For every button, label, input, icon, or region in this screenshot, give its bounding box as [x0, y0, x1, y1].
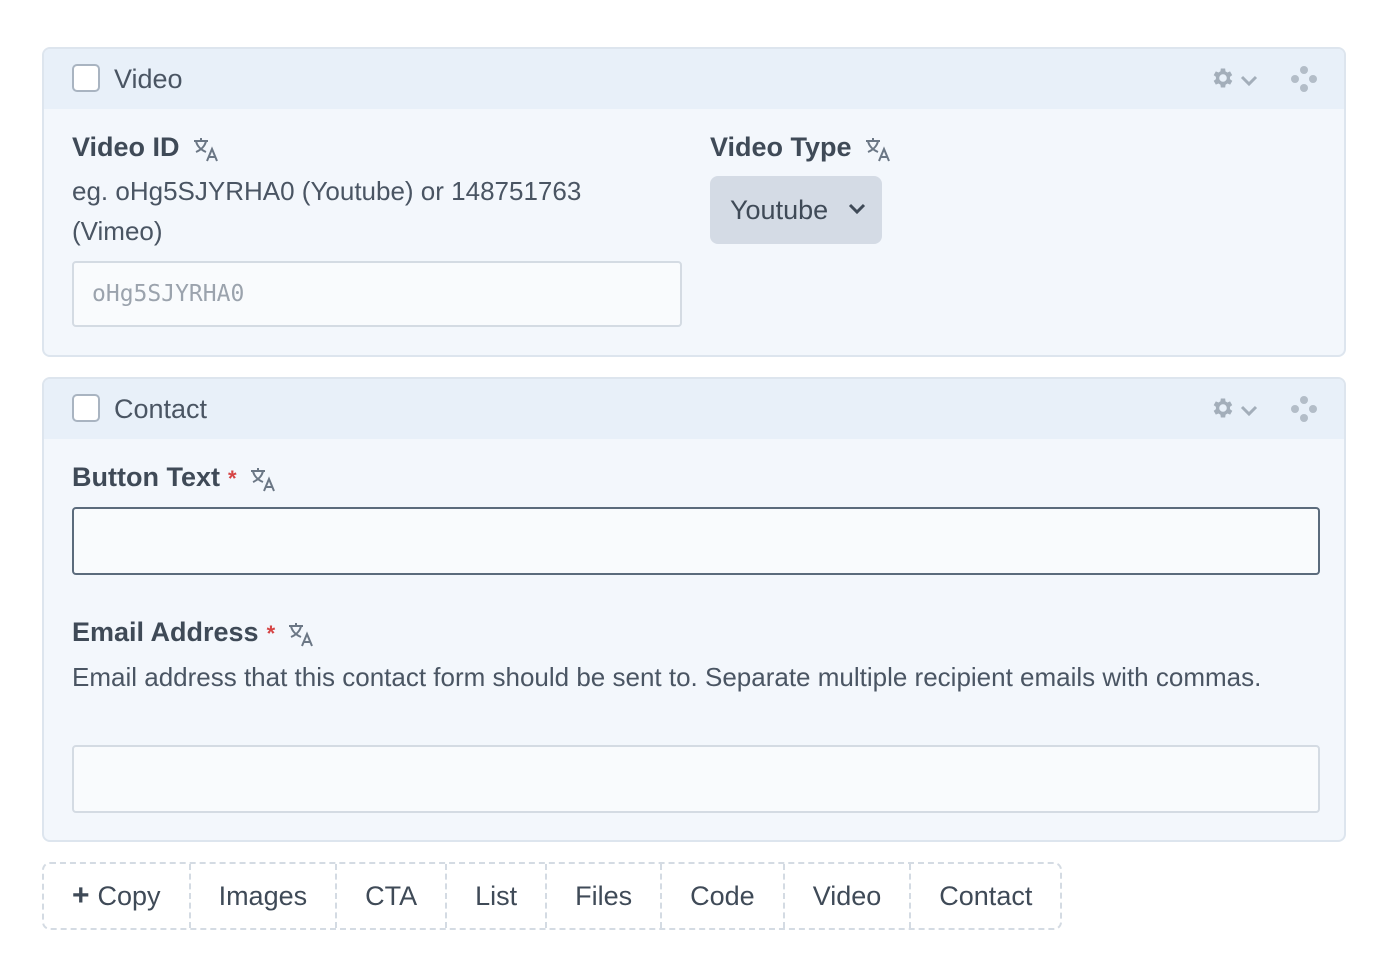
video-id-help: eg. oHg5SJYRHA0 (Youtube) or 148751763 (…: [72, 176, 582, 246]
drag-handle-icon[interactable]: [1290, 395, 1318, 423]
add-list-button[interactable]: List: [447, 864, 548, 928]
video-block-header: Video: [44, 49, 1344, 109]
add-copy-button[interactable]: + Copy: [44, 864, 191, 928]
contact-block-checkbox[interactable]: [72, 394, 100, 422]
translate-icon: [865, 137, 890, 162]
add-video-button[interactable]: Video: [785, 864, 912, 928]
video-id-placeholder: oHg5SJYRHA0: [92, 281, 245, 307]
plus-icon: +: [72, 879, 90, 912]
video-block-title: Video: [114, 64, 183, 94]
video-type-select[interactable]: Youtube: [710, 176, 882, 244]
gear-icon: [1213, 398, 1233, 418]
translate-icon: [250, 467, 275, 492]
add-block-toolbar: + Copy Images CTA List Files Code Video C…: [42, 862, 1063, 930]
drag-handle-icon[interactable]: [1290, 65, 1318, 93]
email-address-label: Email Address *: [72, 616, 315, 650]
add-contact-button[interactable]: Contact: [911, 864, 1060, 928]
add-images-button[interactable]: Images: [191, 864, 338, 928]
chevron-down-icon: [848, 203, 866, 215]
button-text-label: Button Text *: [72, 461, 277, 495]
contact-block-settings[interactable]: [1210, 395, 1260, 421]
translate-icon: [289, 622, 314, 647]
chevron-down-icon: [1240, 405, 1258, 417]
add-files-button[interactable]: Files: [547, 864, 663, 928]
add-cta-button[interactable]: CTA: [337, 864, 448, 928]
button-text-input[interactable]: [72, 507, 1320, 575]
video-type-selected: Youtube: [730, 195, 829, 225]
required-mark: *: [266, 620, 276, 646]
contact-block-title: Contact: [114, 394, 208, 424]
email-address-help: Email address that this contact form sho…: [72, 662, 1262, 692]
contact-block-header: Contact: [44, 379, 1344, 439]
add-code-button[interactable]: Code: [662, 864, 785, 928]
chevron-down-icon: [1240, 75, 1258, 87]
video-block: Video Video ID eg. oHg5SJYRHA0 (Youtube)…: [42, 47, 1346, 357]
video-type-label: Video Type: [710, 131, 892, 163]
video-block-settings[interactable]: [1210, 65, 1260, 91]
email-address-input[interactable]: [72, 745, 1320, 813]
video-id-input[interactable]: oHg5SJYRHA0: [72, 261, 682, 327]
contact-block: Contact Button Text * Email Address * Em…: [42, 377, 1346, 842]
translate-icon: [193, 137, 218, 162]
video-id-label: Video ID: [72, 131, 220, 163]
video-block-checkbox[interactable]: [72, 64, 100, 92]
gear-icon: [1213, 68, 1233, 88]
required-mark: *: [227, 465, 237, 491]
